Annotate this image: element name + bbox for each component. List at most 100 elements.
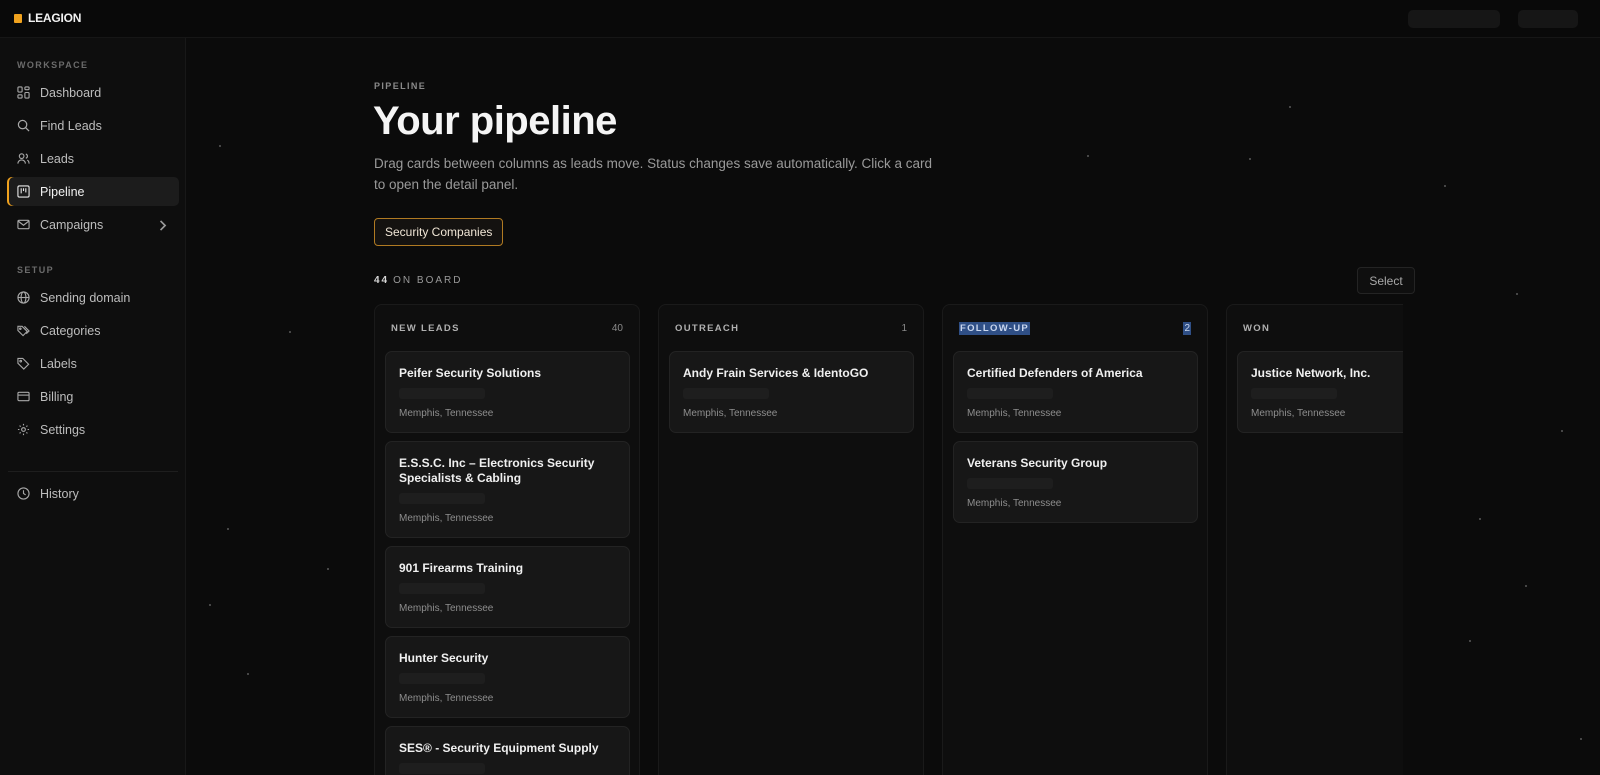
column-header: WON xyxy=(1243,321,1403,335)
mail-icon xyxy=(17,219,30,230)
sidebar-item-find-leads[interactable]: Find Leads xyxy=(7,111,179,140)
kanban-icon xyxy=(17,185,30,198)
board-count-value: 44 xyxy=(374,275,390,286)
sidebar-item-label: Sending domain xyxy=(40,290,131,305)
lead-card[interactable]: Andy Frain Services & IdentoGO Memphis, … xyxy=(669,351,914,433)
top-bar-user-blurred[interactable] xyxy=(1518,10,1578,28)
grid-icon xyxy=(17,86,30,99)
column-header: NEW LEADS 40 xyxy=(391,321,623,335)
background-star xyxy=(289,331,291,333)
lead-detail-blurred xyxy=(399,673,485,684)
gear-icon xyxy=(17,423,30,436)
page-description: Drag cards between columns as leads move… xyxy=(374,156,933,192)
section-label-workspace: WORKSPACE xyxy=(17,60,89,70)
lead-name: 901 Firearms Training xyxy=(399,561,524,575)
background-star xyxy=(1289,106,1291,108)
lead-detail-blurred xyxy=(967,388,1053,399)
lead-location: Memphis, Tennessee xyxy=(399,603,494,614)
lead-card[interactable]: E.S.S.C. Inc – Electronics Security Spec… xyxy=(385,441,630,538)
category-filter-button[interactable]: Security Companies xyxy=(374,218,504,246)
column-follow-up[interactable]: FOLLOW-UP 2 Certified Defenders of Ameri… xyxy=(942,304,1208,775)
lead-name: Peifer Security Solutions xyxy=(399,366,542,380)
sidebar-item-pipeline[interactable]: Pipeline xyxy=(7,177,179,206)
lead-detail-blurred xyxy=(399,388,485,399)
sidebar-item-label: Dashboard xyxy=(40,85,102,100)
sidebar-item-label: Find Leads xyxy=(40,118,102,133)
sidebar: WORKSPACE Dashboard Find Leads Leads Pip… xyxy=(0,38,186,775)
lead-detail-blurred xyxy=(399,583,485,594)
top-bar: LEAGION xyxy=(0,0,1600,38)
sidebar-item-settings[interactable]: Settings xyxy=(7,415,179,444)
background-star xyxy=(1469,640,1471,642)
clock-icon xyxy=(17,487,30,500)
globe-icon xyxy=(17,291,30,304)
lead-card[interactable]: Peifer Security Solutions Memphis, Tenne… xyxy=(385,351,630,433)
logo-mark-icon xyxy=(14,13,22,23)
sidebar-item-billing[interactable]: Billing xyxy=(7,382,179,411)
lead-name: Andy Frain Services & IdentoGO xyxy=(683,366,869,380)
sidebar-item-label: Settings xyxy=(40,422,86,437)
lead-card[interactable]: SES® - Security Equipment Supply xyxy=(385,726,630,775)
page-title: Your pipeline xyxy=(373,99,617,143)
lead-name: Certified Defenders of America xyxy=(967,366,1143,380)
kanban-board: NEW LEADS 40 Peifer Security Solutions M… xyxy=(374,304,1403,775)
app-logo[interactable]: LEAGION xyxy=(14,11,81,25)
background-star xyxy=(1516,293,1518,295)
users-icon xyxy=(17,153,30,164)
sidebar-item-label: History xyxy=(40,486,79,501)
app-name: LEAGION xyxy=(28,11,82,25)
sidebar-item-label: Labels xyxy=(40,356,77,371)
sidebar-item-leads[interactable]: Leads xyxy=(7,144,179,173)
column-header: OUTREACH 1 xyxy=(675,321,907,335)
sidebar-item-categories[interactable]: Categories xyxy=(7,316,179,345)
select-button[interactable]: Select xyxy=(1357,267,1415,294)
column-title: NEW LEADS xyxy=(391,322,460,334)
background-star xyxy=(1580,738,1582,740)
lead-card[interactable]: Veterans Security Group Memphis, Tenness… xyxy=(953,441,1198,523)
sidebar-item-campaigns[interactable]: Campaigns xyxy=(7,210,179,239)
card-icon xyxy=(17,391,30,402)
lead-detail-blurred xyxy=(1251,388,1337,399)
lead-location: Memphis, Tennessee xyxy=(967,498,1062,509)
lead-card[interactable]: Justice Network, Inc. Memphis, Tennessee xyxy=(1237,351,1403,433)
section-label-setup: SETUP xyxy=(17,265,55,275)
column-new-leads[interactable]: NEW LEADS 40 Peifer Security Solutions M… xyxy=(374,304,640,775)
column-title: WON xyxy=(1243,322,1271,334)
top-bar-control-blurred[interactable] xyxy=(1408,10,1500,28)
background-star xyxy=(209,604,211,606)
tag-icon xyxy=(17,357,30,370)
column-header: FOLLOW-UP 2 xyxy=(959,321,1191,335)
lead-card[interactable]: Certified Defenders of America Memphis, … xyxy=(953,351,1198,433)
sidebar-item-label: Categories xyxy=(40,323,101,338)
sidebar-item-label: Billing xyxy=(40,389,74,404)
lead-name: Hunter Security xyxy=(399,651,489,665)
background-star xyxy=(219,145,221,147)
sidebar-item-labels[interactable]: Labels xyxy=(7,349,179,378)
background-star xyxy=(1525,585,1527,587)
column-title: OUTREACH xyxy=(675,322,740,334)
column-count: 2 xyxy=(1183,321,1191,335)
lead-location: Memphis, Tennessee xyxy=(399,408,494,419)
column-title: FOLLOW-UP xyxy=(959,321,1031,335)
lead-name: SES® - Security Equipment Supply xyxy=(399,741,599,755)
background-star xyxy=(247,673,249,675)
background-star xyxy=(1249,158,1251,160)
lead-card[interactable]: 901 Firearms Training Memphis, Tennessee xyxy=(385,546,630,628)
lead-detail-blurred xyxy=(683,388,769,399)
background-star xyxy=(1561,430,1563,432)
background-star xyxy=(327,568,329,570)
sidebar-item-dashboard[interactable]: Dashboard xyxy=(7,78,179,107)
lead-detail-blurred xyxy=(399,763,485,774)
sidebar-item-sending-domain[interactable]: Sending domain xyxy=(7,283,179,312)
board-count-label: ON BOARD xyxy=(393,275,463,286)
column-outreach[interactable]: OUTREACH 1 Andy Frain Services & IdentoG… xyxy=(658,304,924,775)
lead-card[interactable]: Hunter Security Memphis, Tennessee xyxy=(385,636,630,718)
board-count: 44 ON BOARD xyxy=(374,275,462,286)
lead-name: E.S.S.C. Inc – Electronics Security Spec… xyxy=(399,456,595,485)
lead-detail-blurred xyxy=(967,478,1053,489)
column-count: 1 xyxy=(901,322,907,334)
lead-location: Memphis, Tennessee xyxy=(399,513,494,524)
column-won[interactable]: WON Justice Network, Inc. Memphis, Tenne… xyxy=(1226,304,1403,775)
sidebar-item-history[interactable]: History xyxy=(7,479,179,508)
column-count: 40 xyxy=(611,322,623,334)
